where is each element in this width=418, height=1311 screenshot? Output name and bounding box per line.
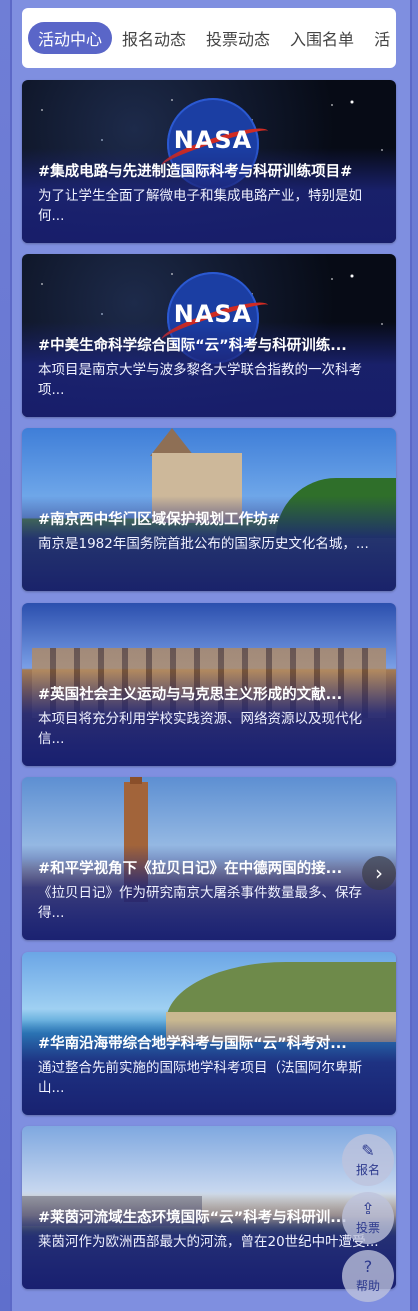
activity-card[interactable]: NASA #集成电路与先进制造国际科考与科研训练项目# 为了让学生全面了解微电子… bbox=[22, 80, 396, 243]
help-label: 帮助 bbox=[355, 1278, 380, 1293]
tab-more[interactable]: 活 bbox=[364, 22, 396, 54]
tab-bar: 活动中心 报名动态 投票动态 入围名单 活 bbox=[22, 8, 396, 68]
activity-card[interactable]: #莱茵河流域生态环境国际“云”科考与科研训... 莱茵河作为欧洲西部最大的河流，… bbox=[22, 1126, 396, 1289]
card-description: 《拉贝日记》作为研究南京大屠杀事件数量最多、保存得... bbox=[38, 885, 362, 921]
card-title: #英国社会主义运动与马克思主义形成的文献... bbox=[38, 687, 343, 703]
register-float-button[interactable]: ✎ 报名 bbox=[342, 1134, 394, 1186]
vote-label: 投票 bbox=[355, 1220, 380, 1235]
vote-box-icon: ⇪ bbox=[361, 1198, 375, 1218]
card-description: 南京是1982年国务院首批公布的国家历史文化名城，... bbox=[38, 536, 369, 552]
activity-card[interactable]: #南京西中华门区域保护规划工作坊# 南京是1982年国务院首批公布的国家历史文化… bbox=[22, 428, 396, 591]
card-title: #南京西中华门区域保护规划工作坊# bbox=[38, 512, 280, 528]
card-title: #华南沿海带综合地学科考与国际“云”科考对... bbox=[38, 1036, 347, 1052]
card-title: #莱茵河流域生态环境国际“云”科考与科研训... bbox=[38, 1210, 347, 1226]
activity-card[interactable]: NASA #中美生命科学综合国际“云”科考与科研训练... 本项目是南京大学与波… bbox=[22, 254, 396, 417]
activity-card[interactable]: #和平学视角下《拉贝日记》在中德两国的接... 《拉贝日记》作为研究南京大屠杀事… bbox=[22, 777, 396, 940]
activity-card[interactable]: #英国社会主义运动与马克思主义形成的文献... 本项目将充分利用学校实践资源、网… bbox=[22, 603, 396, 766]
card-description: 本项目将充分利用学校实践资源、网络资源以及现代化信... bbox=[38, 711, 362, 747]
card-title: #和平学视角下《拉贝日记》在中德两国的接... bbox=[38, 861, 343, 877]
tab-registration-updates[interactable]: 报名动态 bbox=[112, 22, 196, 54]
card-title: #中美生命科学综合国际“云”科考与科研训练... bbox=[38, 338, 347, 354]
tab-activity-center[interactable]: 活动中心 bbox=[28, 22, 113, 54]
tab-finalists[interactable]: 入围名单 bbox=[280, 22, 364, 54]
edit-form-icon: ✎ bbox=[361, 1140, 375, 1160]
card-title: #集成电路与先进制造国际科考与科研训练项目# bbox=[38, 164, 353, 180]
chevron-right-icon: › bbox=[375, 861, 383, 885]
card-description: 为了让学生全面了解微电子和集成电路产业，特别是如何... bbox=[38, 188, 362, 224]
card-description: 本项目是南京大学与波多黎各大学联合指教的一次科考项... bbox=[38, 362, 362, 398]
activity-card[interactable]: #华南沿海带综合地学科考与国际“云”科考对... 通过整合先前实施的国际地学科考… bbox=[22, 952, 396, 1115]
next-arrow-button[interactable]: › bbox=[362, 856, 396, 890]
vote-float-button[interactable]: ⇪ 投票 bbox=[342, 1192, 394, 1244]
help-question-icon: ? bbox=[363, 1256, 373, 1276]
card-description: 莱茵河作为欧洲西部最大的河流，曾在20世纪中叶遭受... bbox=[38, 1234, 379, 1250]
help-float-button[interactable]: ? 帮助 bbox=[342, 1250, 394, 1302]
card-description: 通过整合先前实施的国际地学科考项目（法国阿尔卑斯山... bbox=[38, 1060, 362, 1096]
register-label: 报名 bbox=[355, 1162, 380, 1177]
tab-voting-updates[interactable]: 投票动态 bbox=[196, 22, 280, 54]
